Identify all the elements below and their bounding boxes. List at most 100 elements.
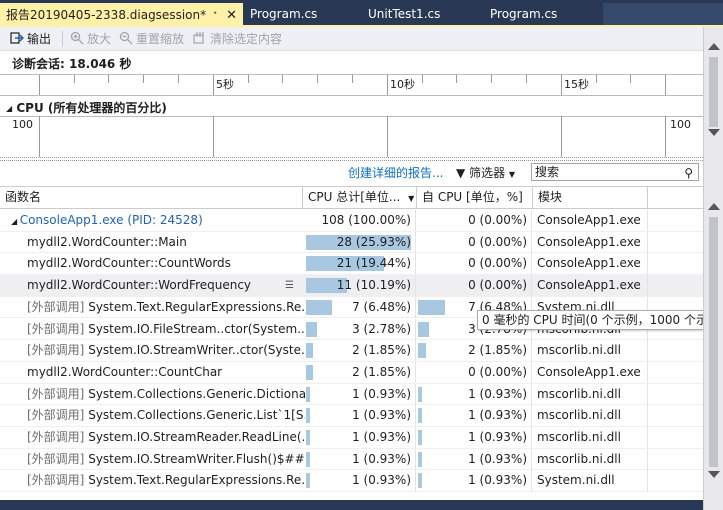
tab-diagsession[interactable]: 报告20190405-2338.diagsession* ᐩ ✕ bbox=[0, 3, 243, 26]
cpu-total-cell-value: 2 (1.85%) bbox=[352, 364, 411, 379]
search-input[interactable]: 搜索 ⚲ bbox=[531, 163, 699, 181]
cpu-total-cell: 21 (19.44%) bbox=[305, 253, 416, 275]
module-cell: ConsoleApp1.exe bbox=[533, 231, 648, 253]
tab-label: Program.cs bbox=[490, 7, 558, 21]
table-row[interactable]: mydll2.WordCounter::CountWords 21 (19.44%… bbox=[0, 253, 703, 276]
self-cpu-cell: 1 (0.93%) bbox=[417, 448, 532, 470]
ruler-tick bbox=[456, 75, 457, 83]
percent-bar bbox=[306, 473, 310, 489]
percent-bar bbox=[418, 473, 422, 489]
tab-program-cs-1[interactable]: Program.cs bbox=[244, 3, 356, 26]
search-icon[interactable]: ⚲ bbox=[684, 165, 693, 181]
percent-bar bbox=[306, 408, 310, 424]
table-row[interactable]: [外部调用] System.IO.StreamReader.ReadLine(.… bbox=[0, 427, 703, 449]
cpu-total-cell: 28 (25.93%) bbox=[305, 231, 416, 253]
self-cpu-cell-value: 2 (1.85%) bbox=[468, 343, 527, 358]
function-name: System.Collections.Generic.Dictiona... bbox=[88, 386, 305, 401]
cpu-usage-graph[interactable]: 100 100 bbox=[0, 116, 703, 158]
col-cpu-total[interactable]: CPU 总计[单位... ▼ bbox=[303, 187, 417, 208]
cpu-total-cell: 3 (2.78%) bbox=[305, 318, 416, 340]
table-row[interactable]: [外部调用] System.IO.StreamWriter.Flush()$##… bbox=[0, 448, 703, 471]
cpu-total-cell: 1 (0.93%) bbox=[305, 448, 416, 470]
clear-selection-button[interactable]: 清除选定内容 bbox=[193, 30, 282, 48]
external-call-prefix: [外部调用] bbox=[27, 386, 85, 401]
percent-bar bbox=[306, 386, 310, 402]
timeline-ruler[interactable]: 5秒 10秒 15秒 bbox=[0, 74, 703, 96]
scroll-thumb[interactable] bbox=[709, 57, 718, 127]
percent-bar bbox=[306, 299, 333, 315]
table-row[interactable]: mydll2.WordCounter::CountChar 2 (1.85%) 0 … bbox=[0, 361, 703, 384]
export-label: 输出 bbox=[27, 32, 52, 46]
table-row[interactable]: ◢ ConsoleApp1.exe (PID: 24528) 108 (100.0… bbox=[0, 210, 703, 232]
reset-zoom-label: 重置缩放 bbox=[136, 32, 185, 46]
create-report-link[interactable]: 创建详细的报告... bbox=[348, 164, 443, 181]
self-cpu-cell-value: 0 (0.00%) bbox=[468, 364, 527, 379]
table-row[interactable]: [外部调用] System.Collections.Generic.Dictio… bbox=[0, 383, 703, 406]
view-source-icon[interactable]: ☰ bbox=[285, 275, 294, 296]
collapse-triangle-icon[interactable]: ◢ bbox=[6, 104, 12, 113]
col-self-cpu[interactable]: 自 CPU [单位，%] bbox=[417, 187, 533, 208]
cpu-total-cell-value: 108 (100.00%) bbox=[321, 213, 411, 227]
function-name: System.IO.StreamWriter.Flush()$##... bbox=[88, 451, 305, 466]
cpu-graph-header[interactable]: ◢ CPU (所有处理器的百分比) bbox=[6, 99, 167, 116]
tab-unittest1-cs[interactable]: UnitTest1.cs bbox=[362, 3, 480, 26]
table-row[interactable]: mydll2.WordCounter::Main 28 (25.93%) 0 (0.… bbox=[0, 231, 703, 254]
ruler-tick bbox=[630, 75, 631, 83]
self-cpu-cell: 1 (0.93%) bbox=[417, 405, 532, 427]
grid-scroll-thumb[interactable] bbox=[709, 217, 718, 467]
function-name: System.Collections.Generic.List`1[S... bbox=[88, 408, 305, 423]
self-cpu-cell: 1 (0.93%) bbox=[417, 383, 532, 405]
ruler-tick bbox=[596, 75, 597, 83]
function-name: mydll2.WordCounter::CountWords bbox=[27, 256, 231, 271]
table-row[interactable]: mydll2.WordCounter::WordFrequency ☰ 11 (10… bbox=[0, 275, 703, 297]
scroll-up-icon[interactable] bbox=[708, 43, 720, 50]
table-row[interactable]: [外部调用] System.Collections.Generic.List`1… bbox=[0, 405, 703, 427]
function-name-cell: [外部调用] System.IO.StreamWriter..ctor(Syst… bbox=[0, 340, 305, 361]
cpu-gridline bbox=[561, 116, 562, 157]
export-icon bbox=[10, 32, 24, 44]
tab-program-cs-2[interactable]: Program.cs bbox=[484, 3, 602, 26]
expand-triangle-icon[interactable]: ◢ bbox=[11, 217, 20, 226]
self-cpu-cell-value: 0 (0.00%) bbox=[468, 213, 527, 227]
external-call-prefix: [外部调用] bbox=[27, 473, 85, 488]
function-name: System.Text.RegularExpressions.Re... bbox=[88, 299, 305, 314]
function-name: mydll2.WordCounter::CountChar bbox=[27, 364, 223, 379]
ruler-tick bbox=[491, 75, 492, 83]
module-cell: mscorlib.ni.dll bbox=[533, 427, 648, 448]
close-icon[interactable]: ✕ bbox=[226, 4, 237, 27]
session-duration: 诊断会话: 18.046 秒 bbox=[12, 57, 132, 71]
ruler-tick bbox=[387, 75, 388, 95]
cpu-total-cell-value: 1 (0.93%) bbox=[352, 408, 411, 423]
percent-bar bbox=[418, 343, 426, 359]
function-name-cell: ◢ ConsoleApp1.exe (PID: 24528) bbox=[0, 210, 305, 231]
clear-selection-label: 清除选定内容 bbox=[210, 32, 283, 46]
pane-splitter[interactable] bbox=[0, 157, 703, 161]
export-button[interactable]: 输出 bbox=[10, 30, 51, 48]
filter-dropdown[interactable]: ▼ 筛选器 ▼ bbox=[456, 164, 515, 181]
module-cell: ConsoleApp1.exe bbox=[533, 361, 648, 383]
pin-icon[interactable]: ᐩ bbox=[213, 4, 217, 27]
search-placeholder: 搜索 bbox=[535, 165, 560, 179]
ruler-label-15s: 15秒 bbox=[564, 78, 589, 91]
scroll-down-icon[interactable] bbox=[708, 471, 720, 478]
cpu-total-cell-value: 11 (10.19%) bbox=[336, 278, 411, 293]
cpu-total-cell: 11 (10.19%) bbox=[305, 275, 416, 297]
reset-zoom-button[interactable]: 重置缩放 bbox=[119, 30, 184, 48]
vertical-scrollbar[interactable] bbox=[703, 27, 723, 510]
function-name-cell: [外部调用] System.Text.RegularExpressions.Re… bbox=[0, 297, 305, 318]
module-cell: mscorlib.ni.dll bbox=[533, 340, 648, 362]
col-function-name[interactable]: 函数名 bbox=[0, 187, 303, 208]
self-cpu-cell-value: 1 (0.93%) bbox=[468, 451, 527, 466]
tab-label: Program.cs bbox=[250, 7, 318, 21]
scroll-up-icon[interactable] bbox=[708, 203, 720, 210]
scroll-down-icon[interactable] bbox=[708, 129, 720, 136]
cpu-tooltip: 0 毫秒的 CPU 时间(0 个示例，1000 个示例/秒) bbox=[477, 310, 723, 330]
col-module[interactable]: 模块 bbox=[533, 187, 648, 208]
table-row[interactable]: [外部调用] System.Text.RegularExpressions.Re… bbox=[0, 470, 703, 493]
zoom-in-button[interactable]: 放大 bbox=[70, 30, 111, 48]
cpu-total-cell: 108 (100.00%) bbox=[305, 210, 416, 231]
self-cpu-cell: 0 (0.00%) bbox=[417, 275, 532, 297]
cpu-total-cell-value: 1 (0.93%) bbox=[352, 451, 411, 466]
table-row[interactable]: [外部调用] System.IO.StreamWriter..ctor(Syst… bbox=[0, 340, 703, 362]
cpu-total-cell-value: 1 (0.93%) bbox=[352, 473, 411, 488]
